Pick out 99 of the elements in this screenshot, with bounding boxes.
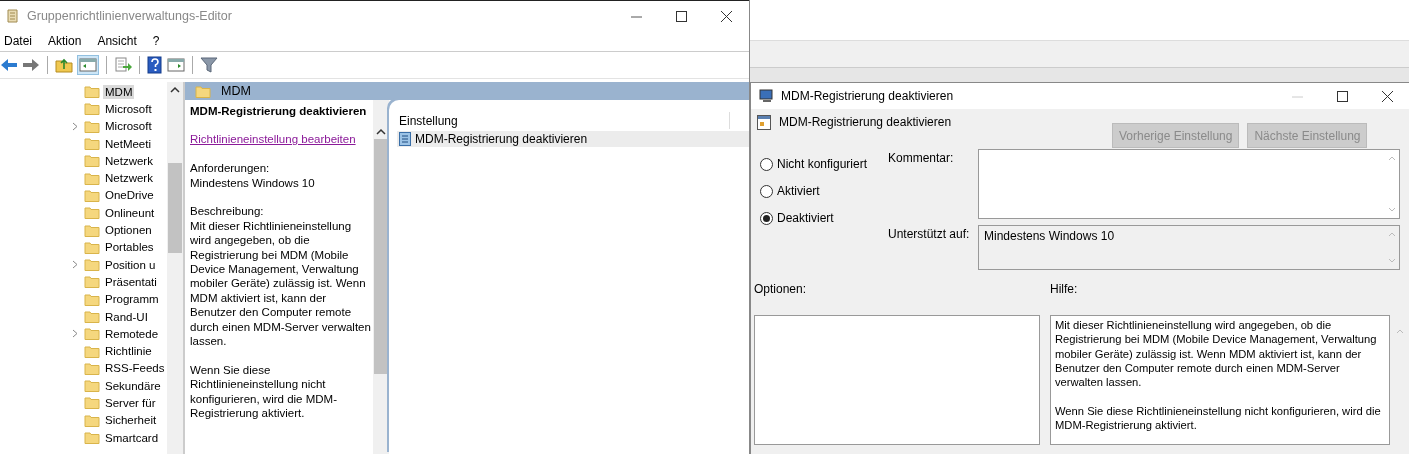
folder-icon bbox=[84, 188, 100, 202]
tree-item[interactable]: Präsentati bbox=[103, 274, 159, 289]
folder-up-icon[interactable] bbox=[55, 57, 73, 73]
scroll-up-icon[interactable] bbox=[376, 128, 386, 135]
folder-icon bbox=[84, 413, 100, 427]
comment-label: Kommentar: bbox=[888, 150, 955, 167]
edit-link[interactable]: Richtlinieneinstellung bearbeiten bbox=[190, 133, 356, 146]
policy-setting-icon bbox=[757, 115, 771, 130]
folder-icon bbox=[84, 85, 100, 99]
scrollbar[interactable] bbox=[167, 82, 183, 454]
help-label: Hilfe: bbox=[1050, 282, 1079, 296]
radio-icon[interactable] bbox=[760, 211, 773, 225]
setting-row[interactable]: MDM-Registrierung deaktivieren bbox=[397, 131, 749, 147]
policy-icon bbox=[399, 132, 411, 146]
folder-icon bbox=[195, 84, 211, 98]
folder-icon bbox=[84, 223, 100, 237]
folder-icon bbox=[84, 396, 100, 410]
tree-item[interactable]: NetMeeti bbox=[103, 136, 154, 151]
policy-title: MDM-Registrierung deaktivieren bbox=[190, 104, 368, 119]
folder-icon bbox=[84, 275, 100, 289]
export-list-icon[interactable] bbox=[114, 57, 132, 73]
back-icon[interactable] bbox=[0, 58, 18, 72]
menu-item[interactable]: ? bbox=[152, 34, 160, 48]
supported-label: Unterstützt auf: bbox=[888, 226, 971, 243]
pane-header: MDM bbox=[221, 84, 251, 98]
folder-icon bbox=[84, 258, 100, 272]
tree-item[interactable]: RSS-Feeds bbox=[103, 361, 167, 376]
filter-icon[interactable] bbox=[200, 57, 218, 73]
tree-item[interactable]: Sicherheit bbox=[103, 413, 159, 428]
radio-icon[interactable] bbox=[760, 184, 773, 198]
scroll-down-icon[interactable] bbox=[1388, 207, 1396, 212]
tree-item[interactable]: Position u bbox=[103, 257, 158, 272]
menu-item[interactable]: Datei bbox=[4, 34, 32, 48]
tree-item[interactable]: Rand-UI bbox=[103, 309, 150, 324]
radio-option[interactable]: Aktiviert bbox=[760, 182, 888, 200]
tree-item[interactable]: Optionen bbox=[103, 223, 154, 237]
comment-field[interactable] bbox=[978, 149, 1400, 219]
tree-item[interactable]: Smartcard bbox=[103, 430, 161, 445]
tree-item[interactable]: Netzwerk bbox=[103, 153, 155, 168]
tree-item[interactable]: Portables bbox=[103, 240, 156, 255]
chevron-icon[interactable] bbox=[72, 260, 78, 270]
folder-icon bbox=[84, 154, 100, 168]
help-text: Mit dieser Richtlinieneinstellung wird angegeben, ob die Registrierung bei MDM (Mobile Device Management, Verwaltung mobiler Geräte) zulässig ist. Wenn MDM aktiviert ist, kann der Benutzer den Computer remote durch einen MDM-Server verwalten lassen. bbox=[1055, 318, 1378, 390]
dialog-title: MDM-Registrierung deaktivieren bbox=[781, 89, 955, 103]
scroll-icon bbox=[6, 8, 20, 24]
console-tree-icon[interactable] bbox=[77, 55, 99, 75]
folder-icon bbox=[84, 431, 100, 445]
maximize-icon[interactable] bbox=[1337, 90, 1348, 102]
radio-option[interactable]: Nicht konfiguriert bbox=[760, 155, 888, 173]
scrollbar-thumb[interactable] bbox=[374, 139, 388, 374]
chevron-icon[interactable] bbox=[72, 329, 78, 339]
tree-item[interactable]: Server für bbox=[103, 396, 158, 410]
scroll-up-icon[interactable] bbox=[170, 86, 180, 93]
help-icon[interactable] bbox=[147, 56, 163, 74]
requirements-text: Mindestens Windows 10 bbox=[190, 176, 315, 189]
help-text: Wenn Sie diese Richtlinieneinstellung nicht konfigurieren, wird die MDM-Registrierung aktiviert. bbox=[1055, 403, 1382, 433]
column-header[interactable]: Einstellung bbox=[399, 113, 458, 128]
folder-icon bbox=[84, 292, 100, 306]
options-label: Optionen: bbox=[754, 282, 808, 296]
folder-icon bbox=[84, 379, 100, 393]
tree-item[interactable]: Sekundäre bbox=[103, 378, 163, 393]
forward-icon[interactable] bbox=[22, 58, 40, 72]
window-title: Gruppenrichtlinienverwaltungs-Editor bbox=[27, 9, 233, 23]
folder-icon bbox=[84, 361, 100, 375]
description-text: Wenn Sie diese Richtlinieneinstellung nicht konfigurieren, wird die MDM-Registrierung aktiviert. bbox=[190, 362, 338, 421]
menu-item[interactable]: Ansicht bbox=[97, 34, 137, 48]
tree-item[interactable]: MDM bbox=[103, 84, 135, 99]
requirements-label: Anforderungen: bbox=[190, 162, 270, 175]
folder-icon bbox=[84, 310, 100, 323]
tree-item[interactable]: Microsoft bbox=[103, 101, 154, 116]
close-icon[interactable] bbox=[1382, 90, 1393, 102]
computer-icon bbox=[759, 89, 775, 103]
radio-icon[interactable] bbox=[760, 157, 773, 171]
folder-icon bbox=[84, 137, 100, 151]
tree-item[interactable]: Onlineunt bbox=[103, 205, 157, 220]
radio-option[interactable]: Deaktiviert bbox=[760, 209, 888, 227]
folder-icon bbox=[84, 344, 100, 358]
scroll-down-icon[interactable] bbox=[1388, 258, 1396, 263]
folder-icon bbox=[84, 240, 100, 254]
folder-icon bbox=[84, 327, 100, 341]
tree-item[interactable]: Richtlinie bbox=[103, 344, 154, 359]
chevron-icon[interactable] bbox=[72, 121, 78, 131]
description-text: Mit dieser Richtlinieneinstellung wird angegeben, ob die Registrierung bei MDM (Mobile Device Management, Verwaltung mobiler Geräte) zulässig ist. Wenn MDM aktiviert ist, kann der Benutzer den Computer remote durch einen MDM-Server verwalten lassen. bbox=[190, 218, 372, 349]
tree-item[interactable]: Netzwerk bbox=[103, 171, 155, 186]
supported-field: Mindestens Windows 10 bbox=[978, 225, 1400, 270]
close-icon[interactable] bbox=[721, 10, 732, 22]
maximize-icon[interactable] bbox=[676, 10, 687, 22]
policy-name: MDM-Registrierung deaktivieren bbox=[779, 115, 952, 129]
tree-item[interactable]: OneDrive bbox=[103, 188, 156, 203]
tree-item[interactable]: Programm bbox=[103, 292, 161, 307]
folder-icon bbox=[84, 171, 100, 185]
folder-icon bbox=[84, 206, 100, 220]
scrollbar-thumb[interactable] bbox=[168, 163, 182, 253]
folder-icon bbox=[84, 102, 100, 116]
tree-item[interactable]: Microsoft bbox=[103, 119, 154, 134]
menu-item[interactable]: Aktion bbox=[48, 34, 82, 48]
description-label: Beschreibung: bbox=[190, 204, 265, 219]
tree-item[interactable]: Remotede bbox=[103, 326, 161, 341]
folder-icon bbox=[84, 119, 100, 133]
